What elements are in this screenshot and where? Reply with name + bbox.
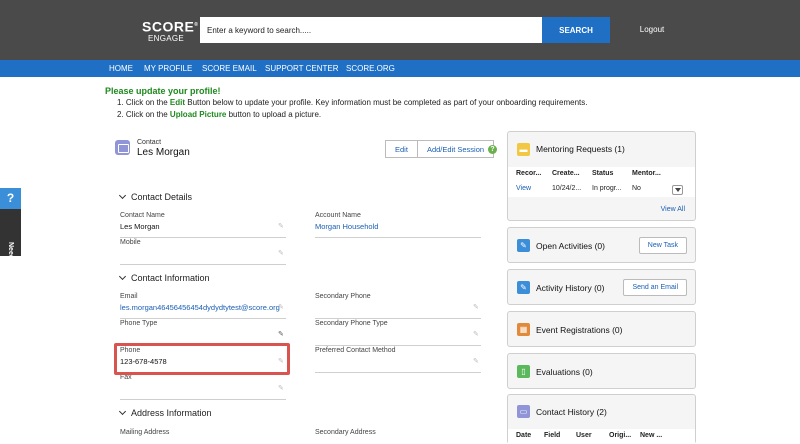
building-icon: ▦ [517,323,530,336]
contact-history-table: Date Field User Origi... New ... [508,429,695,444]
column-header[interactable]: Date [516,432,531,439]
table-row: View 10/24/2... In progr... No [508,182,695,197]
column-header[interactable]: Recor... [516,170,541,177]
field-mailing-address[interactable]: Mailing Address [120,429,286,441]
top-bar: SCORE® ENGAGE SEARCH Logout [0,0,800,60]
field-account-name[interactable]: Account Name Morgan Household [315,212,481,238]
mentoring-table: Recor... Create... Status Mentor... View… [508,167,695,197]
nav-score-email[interactable]: SCORE EMAIL [202,64,257,73]
field-fax[interactable]: Fax ✎ [120,374,286,400]
nav-support-center[interactable]: SUPPORT CENTER [265,64,339,73]
wrench-icon: ✎ [517,239,530,252]
pencil-icon[interactable]: ✎ [473,331,479,338]
pencil-icon[interactable]: ✎ [278,331,284,338]
field-email[interactable]: Email les.morgan46456456454dydydtytest@s… [120,293,286,319]
help-info-icon[interactable]: ? [488,145,497,154]
card-title[interactable]: Activity History (0) [536,283,604,293]
chevron-down-icon [118,191,127,200]
row-actions-dropdown-icon[interactable] [672,185,683,195]
pencil-icon[interactable]: ✎ [473,304,479,311]
need-help-label: Need help? [7,242,14,280]
column-header[interactable]: Status [592,170,613,177]
nav-my-profile[interactable]: MY PROFILE [144,64,192,73]
email-link[interactable]: les.morgan46456456454dydydtytest@score.o… [120,303,280,312]
column-header[interactable]: Mentor... [632,170,661,177]
field-secondary-phone-type[interactable]: Secondary Phone Type ✎ [315,320,481,346]
edit-button[interactable]: Edit [385,140,418,158]
send-an-email-button[interactable]: Send an Email [623,279,687,296]
record-type-label: Contact [137,139,162,146]
contact-card-icon [115,140,130,155]
pencil-icon[interactable]: ✎ [278,385,284,392]
section-contact-information[interactable]: Contact Information [118,272,210,283]
card-evaluations: ▯ Evaluations (0) [507,353,696,389]
profile-notice: Please update your profile! 1. Click on … [105,85,587,121]
score-engage-logo[interactable]: SCORE® ENGAGE [142,18,198,44]
notice-step-1: 1. Click on the Edit Button below to upd… [117,98,588,107]
phone-field-highlight [114,343,290,375]
card-contact-history: ▭ Contact History (2) Date Field User Or… [507,394,696,444]
column-header[interactable]: Create... [552,170,580,177]
wrench-icon: ✎ [517,281,530,294]
logo-line2: ENGAGE [147,33,185,43]
card-title[interactable]: Open Activities (0) [536,241,605,251]
field-secondary-address[interactable]: Secondary Address [315,429,481,441]
field-mobile[interactable]: Mobile ✎ [120,239,286,265]
nav-score-org[interactable]: SCORE.ORG [346,64,395,73]
question-icon: ? [0,188,21,209]
card-activity-history: ✎ Activity History (0) Send an Email [507,269,696,305]
card-title[interactable]: Evaluations (0) [536,367,593,377]
notice-upload-highlight: Upload Picture [169,110,227,119]
chevron-down-icon [118,407,127,416]
field-preferred-contact-method[interactable]: Preferred Contact Method ✎ [315,347,481,373]
logo-line1: SCORE [142,18,195,35]
card-mentoring-requests: ▬ Mentoring Requests (1) Recor... Create… [507,131,696,221]
account-name-link[interactable]: Morgan Household [315,222,378,231]
search-input[interactable] [200,17,542,43]
table-header-row: Recor... Create... Status Mentor... [508,167,695,182]
phone-icon: ▯ [517,365,530,378]
add-edit-session-button[interactable]: Add/Edit Session [417,140,495,158]
card-title[interactable]: Event Registrations (0) [536,325,622,335]
pencil-icon[interactable]: ✎ [473,358,479,365]
notice-heading: Please update your profile! [105,86,221,96]
record-name: Les Morgan [137,147,190,158]
contact-card-icon: ▭ [517,405,530,418]
folder-icon: ▬ [517,143,530,156]
card-open-activities: ✎ Open Activities (0) New Task [507,227,696,263]
view-all-link[interactable]: View All [661,206,685,213]
view-record-link[interactable]: View [516,185,531,192]
new-task-button[interactable]: New Task [638,237,687,254]
column-header[interactable]: Field [544,432,560,439]
notice-edit-highlight: Edit [169,98,186,107]
search-button[interactable]: SEARCH [542,17,610,43]
record-actions: Edit Add/Edit Session [385,140,495,158]
column-header[interactable]: User [576,432,592,439]
notice-step-2: 2. Click on the Upload Picture button to… [117,110,322,119]
column-header[interactable]: New ... [640,432,662,439]
pencil-icon[interactable]: ✎ [278,304,284,311]
need-help-tab[interactable]: ? Need help? [0,188,21,280]
card-title[interactable]: Contact History (2) [536,407,607,417]
pencil-icon[interactable]: ✎ [278,250,284,257]
field-secondary-phone[interactable]: Secondary Phone ✎ [315,293,481,319]
chevron-down-icon [118,272,127,281]
pencil-icon[interactable]: ✎ [278,223,284,230]
logo-mark: ® [194,22,199,28]
field-contact-name[interactable]: Contact Name Les Morgan ✎ [120,212,286,238]
column-header[interactable]: Origi... [609,432,631,439]
nav-home[interactable]: HOME [109,64,133,73]
section-address-information[interactable]: Address Information [118,407,212,418]
card-title[interactable]: Mentoring Requests (1) [536,144,625,154]
table-header-row: Date Field User Origi... New ... [508,429,695,444]
section-contact-details[interactable]: Contact Details [118,191,192,202]
logout-link[interactable]: Logout [632,25,672,34]
card-event-registrations: ▦ Event Registrations (0) [507,311,696,347]
main-nav: HOME MY PROFILE SCORE EMAIL SUPPORT CENT… [0,60,800,77]
